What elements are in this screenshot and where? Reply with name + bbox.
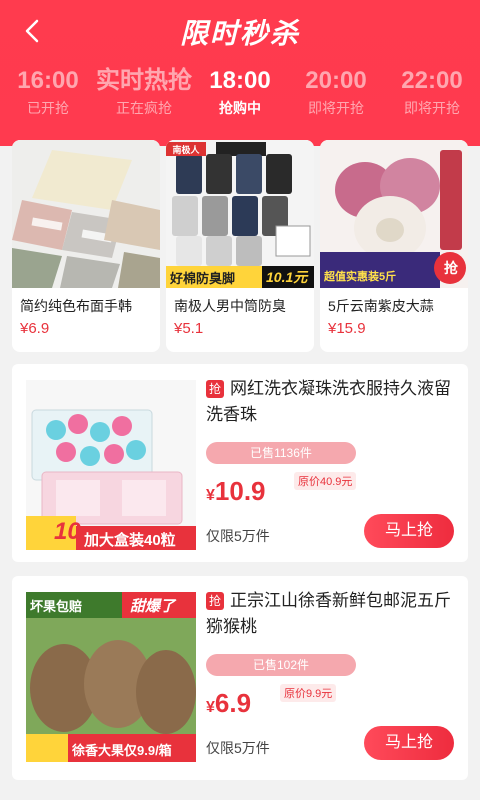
price-value: 10.9 — [214, 476, 266, 506]
product-card[interactable]: 南极人 好棉防臭脚 10.1元 南极人男中筒防臭 ¥5.1 — [166, 140, 314, 352]
list-item[interactable]: 10 加大盒装40粒 抢 网红洗衣凝珠洗衣服持久液留洗香珠 已售1136件 ¥1… — [12, 364, 468, 562]
product-name: 网红洗衣凝珠洗衣服持久液留洗香珠 — [206, 379, 451, 424]
slot-time: 22:00 — [401, 67, 463, 94]
product-card[interactable]: 简约纯色布面手韩 ¥6.9 — [12, 140, 160, 352]
sold-count-badge: 已售102件 — [206, 654, 356, 676]
product-image-garlic: 超值实惠装5斤 抢 — [320, 140, 468, 288]
tab-slot-1600[interactable]: 16:00 已开抢 — [0, 66, 96, 118]
stock-limit: 仅限5万件 — [206, 528, 270, 544]
top-bar: 限时秒杀 — [0, 0, 480, 62]
currency-symbol: ¥ — [206, 487, 215, 504]
tab-slot-hot[interactable]: 实时热抢 正在疯抢 — [96, 66, 192, 118]
tab-slot-2000[interactable]: 20:00 即将开抢 — [288, 66, 384, 118]
product-price: ¥5.1 — [174, 320, 204, 337]
grab-tag: 抢 — [444, 260, 458, 276]
product-card[interactable]: 超值实惠装5斤 抢 5斤云南紫皮大蒜 ¥15.9 — [320, 140, 468, 352]
product-name: 5斤云南紫皮大蒜 — [328, 298, 434, 314]
product-image-socks: 南极人 好棉防臭脚 10.1元 — [166, 140, 314, 288]
original-price: 原价9.9元 — [280, 684, 337, 702]
original-price: 原价40.9元 — [294, 472, 357, 490]
promo-banner: 好棉防臭脚 — [170, 271, 236, 286]
slot-status: 即将开抢 — [308, 100, 364, 116]
list-item[interactable]: 坏果包赔 甜爆了 徐香大果仅9.9/箱 抢 正宗江山徐香新鲜包邮泥五斤猕猴桃 已… — [12, 576, 468, 780]
product-price: ¥15.9 — [328, 320, 366, 337]
promo-text: 徐香大果仅9.9/箱 — [72, 743, 172, 758]
time-slot-tabs: 16:00 已开抢 实时热抢 正在疯抢 18:00 抢购中 20:00 即将开抢… — [0, 66, 480, 130]
product-price: ¥6.9 — [20, 320, 50, 337]
sold-count-badge: 已售1136件 — [206, 442, 356, 464]
promo-text: 坏果包赔 — [30, 599, 83, 614]
sale-price: ¥6.9 — [206, 688, 251, 719]
slot-status: 抢购中 — [219, 100, 261, 116]
price-value: 6.9 — [214, 688, 252, 718]
product-image-kiwi: 坏果包赔 甜爆了 徐香大果仅9.9/箱 — [26, 592, 196, 762]
product-name: 简约纯色布面手韩 — [20, 298, 132, 314]
promo-badge: 10.1元 — [266, 269, 308, 285]
brand-label: 南极人 — [172, 145, 200, 155]
slot-status: 正在疯抢 — [116, 100, 172, 116]
promo-text: 加大盒装40粒 — [84, 532, 176, 549]
product-name: 正宗江山徐香新鲜包邮泥五斤猕猴桃 — [206, 591, 451, 636]
slot-time: 实时热抢 — [96, 67, 192, 94]
buy-now-button[interactable]: 马上抢 — [364, 726, 454, 760]
product-image-laundry-pods: 10 加大盒装40粒 — [26, 380, 196, 550]
stock-limit: 仅限5万件 — [206, 740, 270, 756]
slot-status: 即将开抢 — [404, 100, 460, 116]
tab-slot-2200[interactable]: 22:00 即将开抢 — [384, 66, 480, 118]
buy-now-button[interactable]: 马上抢 — [364, 514, 454, 548]
slot-time: 16:00 — [17, 67, 79, 94]
product-image-notebooks — [12, 140, 160, 288]
promo-amount: 10 — [54, 518, 81, 545]
currency-symbol: ¥ — [206, 699, 215, 716]
page-title: 限时秒杀 — [179, 18, 300, 49]
promo-text: 甜爆了 — [130, 598, 176, 615]
tab-slot-1800[interactable]: 18:00 抢购中 — [192, 66, 288, 118]
slot-status: 已开抢 — [27, 100, 69, 116]
featured-products: 简约纯色布面手韩 ¥6.9 南极人 好棉防臭脚 10.1元 南极人男中筒防臭 ¥… — [12, 140, 468, 352]
product-name: 南极人男中筒防臭 — [174, 298, 286, 314]
promo-banner: 超值实惠装5斤 — [324, 271, 397, 283]
slot-time: 18:00 — [209, 67, 271, 94]
slot-time: 20:00 — [305, 67, 367, 94]
sale-price: ¥10.9 — [206, 476, 266, 507]
